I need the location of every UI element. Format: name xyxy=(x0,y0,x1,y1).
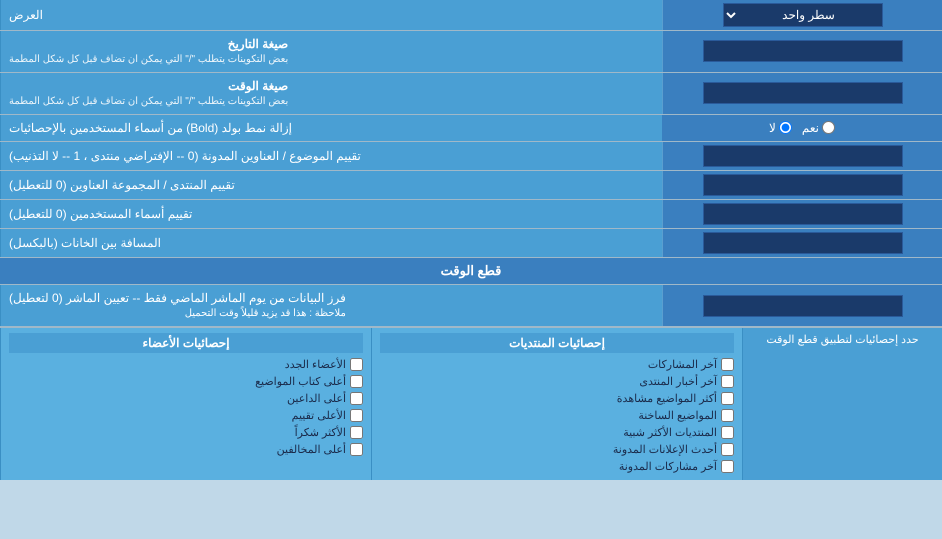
forum-rating-label: تقييم المنتدى / المجموعة العناوين (0 للت… xyxy=(0,171,662,199)
bottom-label-section: حدد إحصائيات لتطبيق قطع الوقت xyxy=(742,328,942,480)
checkbox-item[interactable]: المنتديات الأكثر شبية xyxy=(380,424,734,441)
display-select-cell[interactable]: سطر واحد xyxy=(662,0,942,30)
posts-cb-0[interactable] xyxy=(721,358,734,371)
date-format-input[interactable]: d-m xyxy=(703,40,903,62)
checkbox-item[interactable]: أحدث الإعلانات المدونة xyxy=(380,441,734,458)
checkbox-item[interactable]: آخر مشاركات المدونة xyxy=(380,458,734,475)
spacing-label: المسافة بين الخانات (بالبكسل) xyxy=(0,229,662,257)
topic-rating-input[interactable]: 33 xyxy=(703,145,903,167)
checkbox-item[interactable]: آخر المشاركات xyxy=(380,356,734,373)
user-rating-input[interactable]: 0 xyxy=(703,203,903,225)
date-format-label: صيغة التاريخ بعض التكوينات يتطلب "/" الت… xyxy=(0,31,662,72)
time-format-label: صيغة الوقت بعض التكوينات يتطلب "/" التي … xyxy=(0,73,662,114)
section-header: قطع الوقت xyxy=(0,258,942,285)
cutoff-input[interactable]: 0 xyxy=(703,295,903,317)
cutoff-input-cell[interactable]: 0 xyxy=(662,285,942,326)
stats-posts-title: إحصائيات المنتديات xyxy=(380,333,734,353)
bold-no-label[interactable]: لا xyxy=(769,121,792,135)
user-rating-label: تقييم أسماء المستخدمين (0 للتعطيل) xyxy=(0,200,662,228)
posts-cb-5[interactable] xyxy=(721,443,734,456)
members-cb-2[interactable] xyxy=(350,392,363,405)
posts-cb-6[interactable] xyxy=(721,460,734,473)
posts-cb-2[interactable] xyxy=(721,392,734,405)
forum-rating-input-cell[interactable]: 33 xyxy=(662,171,942,199)
spacing-input-cell[interactable]: 2 xyxy=(662,229,942,257)
members-cb-1[interactable] xyxy=(350,375,363,388)
members-cb-5[interactable] xyxy=(350,443,363,456)
checkbox-item[interactable]: الأكثر شكراً xyxy=(9,424,363,441)
forum-rating-input[interactable]: 33 xyxy=(703,174,903,196)
topic-rating-input-cell[interactable]: 33 xyxy=(662,142,942,170)
checkbox-item[interactable]: المواضيع الساخنة xyxy=(380,407,734,424)
bold-radio-cell[interactable]: نعم لا xyxy=(662,115,942,142)
bold-no-radio[interactable] xyxy=(779,121,792,134)
checkbox-item[interactable]: الأعلى تقييم xyxy=(9,407,363,424)
checkbox-item[interactable]: أعلى الداعين xyxy=(9,390,363,407)
checkbox-item[interactable]: الأعضاء الجدد xyxy=(9,356,363,373)
display-label: العرض xyxy=(0,0,662,30)
bold-label: إزالة نمط بولد (Bold) من أسماء المستخدمي… xyxy=(0,115,662,142)
stats-posts-group: إحصائيات المنتديات آخر المشاركات آخر أخب… xyxy=(371,328,742,480)
checkbox-item[interactable]: أعلى كتاب المواضيع xyxy=(9,373,363,390)
members-cb-4[interactable] xyxy=(350,426,363,439)
cutoff-label: فرز البيانات من يوم الماشر الماضي فقط --… xyxy=(0,285,662,326)
topic-rating-label: تقييم الموضوع / العناوين المدونة (0 -- ا… xyxy=(0,142,662,170)
time-format-input-cell[interactable]: H:i xyxy=(662,73,942,114)
members-cb-3[interactable] xyxy=(350,409,363,422)
display-select[interactable]: سطر واحد xyxy=(723,3,883,27)
checkbox-item[interactable]: أكثر المواضيع مشاهدة xyxy=(380,390,734,407)
posts-cb-4[interactable] xyxy=(721,426,734,439)
spacing-input[interactable]: 2 xyxy=(703,232,903,254)
members-cb-0[interactable] xyxy=(350,358,363,371)
user-rating-input-cell[interactable]: 0 xyxy=(662,200,942,228)
bold-yes-radio[interactable] xyxy=(822,121,835,134)
bold-yes-label[interactable]: نعم xyxy=(802,121,835,135)
posts-cb-1[interactable] xyxy=(721,375,734,388)
checkbox-item[interactable]: آخر أخبار المنتدى xyxy=(380,373,734,390)
stats-members-group: إحصائيات الأعضاء الأعضاء الجدد أعلى كتاب… xyxy=(0,328,371,480)
checkbox-item[interactable]: أعلى المخالفين xyxy=(9,441,363,458)
date-format-input-cell[interactable]: d-m xyxy=(662,31,942,72)
stats-members-title: إحصائيات الأعضاء xyxy=(9,333,363,353)
time-format-input[interactable]: H:i xyxy=(703,82,903,104)
posts-cb-3[interactable] xyxy=(721,409,734,422)
